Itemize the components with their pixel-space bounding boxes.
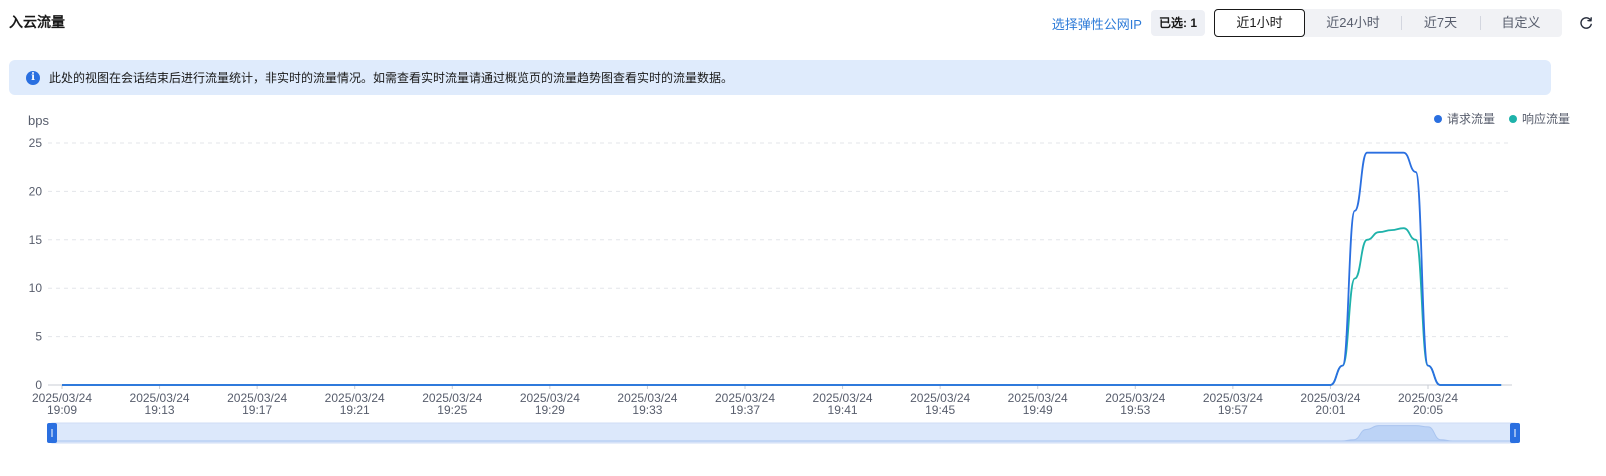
series-line-response (62, 227, 1502, 386)
y-tick-label: 15 (29, 233, 43, 247)
x-tick-label-time: 19:57 (1218, 403, 1248, 417)
x-tick-label-time: 19:25 (437, 403, 467, 417)
x-tick-label-time: 19:41 (828, 403, 858, 417)
series-line-request (62, 151, 1502, 386)
x-tick-label-time: 19:17 (242, 403, 272, 417)
x-tick-label-time: 19:09 (47, 403, 77, 417)
y-tick-label: 0 (35, 378, 42, 392)
x-tick-label-time: 19:21 (340, 403, 370, 417)
zoom-slider-track[interactable] (51, 422, 1516, 444)
y-tick-label: 20 (29, 184, 43, 198)
chart-svg: bps05101520252025/03/2419:092025/03/2419… (28, 113, 1520, 444)
y-tick-label: 25 (29, 136, 43, 150)
x-tick-label-time: 19:45 (925, 403, 955, 417)
x-tick-label-time: 19:29 (535, 403, 565, 417)
x-tick-label-time: 19:49 (1023, 403, 1053, 417)
x-tick-label-time: 19:33 (632, 403, 662, 417)
x-tick-label-time: 20:01 (1315, 403, 1345, 417)
x-tick-label-time: 20:05 (1413, 403, 1443, 417)
y-tick-label: 5 (35, 330, 42, 344)
y-axis-label: bps (28, 113, 49, 128)
x-tick-label-time: 19:37 (730, 403, 760, 417)
x-tick-label-time: 19:53 (1120, 403, 1150, 417)
y-tick-label: 10 (29, 281, 43, 295)
x-tick-label-time: 19:13 (145, 403, 175, 417)
